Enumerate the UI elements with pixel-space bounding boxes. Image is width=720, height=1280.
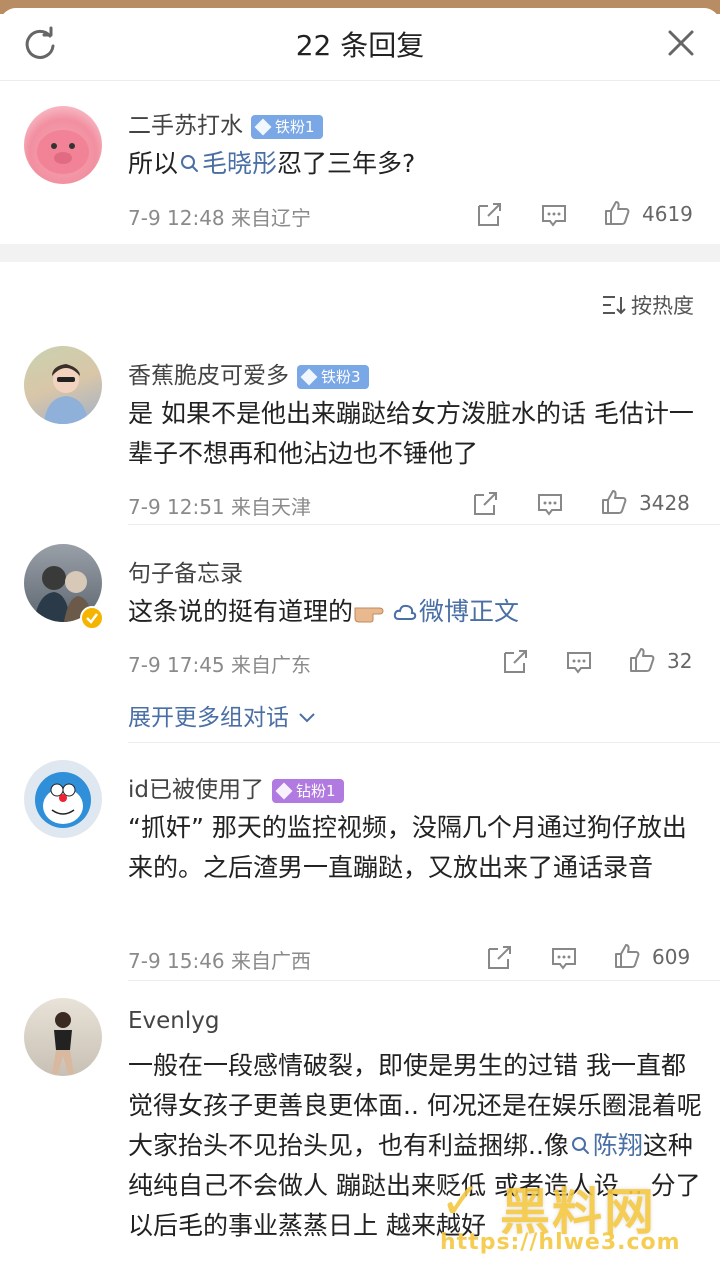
username[interactable]: 香蕉脆皮可爱多 铁粉3 [128, 356, 369, 390]
search-icon [571, 1137, 589, 1154]
comment-text: 所以 毛晓彤忍了三年多? [128, 149, 416, 178]
fan-badge: 铁粉3 [297, 364, 369, 389]
pointing-hand-icon [354, 607, 384, 623]
username[interactable]: id已被使用了 钻粉1 [128, 770, 344, 804]
chevron-down-icon [299, 713, 315, 723]
like-icon[interactable] [600, 488, 628, 516]
comment-meta: 7-9 12:48 来自辽宁 [128, 206, 312, 230]
divider [128, 524, 720, 525]
like-icon[interactable] [628, 646, 656, 674]
share-icon[interactable] [476, 200, 504, 228]
sheet-title: 22 条回复 [295, 29, 425, 62]
divider [128, 980, 720, 981]
sheet-header: 22 条回复 [0, 8, 720, 81]
avatar[interactable] [24, 760, 102, 838]
comment-text: “抓奸” 那天的监控视频，没隔几个月通过狗仔放出来的。之后渣男一直蹦跶，又放出来… [128, 813, 687, 882]
diamond-icon [300, 368, 318, 386]
comment-text: 是 如果不是他出来蹦跶给女方泼脏水的话 毛估计一辈子不想再和他沾边也不锤他了 [128, 399, 694, 468]
comment-icon[interactable] [536, 491, 564, 519]
sort-toggle[interactable]: 按热度 [601, 290, 694, 320]
close-icon[interactable] [664, 26, 698, 60]
comment-meta: 7-9 12:51 来自天津 [128, 495, 312, 519]
section-divider [0, 244, 720, 262]
share-icon[interactable] [472, 489, 500, 517]
diamond-icon [275, 782, 293, 800]
username[interactable]: 句子备忘录 [128, 554, 243, 588]
share-icon[interactable] [502, 647, 530, 675]
username[interactable]: Evenlyg [128, 1008, 219, 1034]
comment-meta: 7-9 15:46 来自广西 [128, 949, 312, 973]
cloud-link-icon [393, 604, 417, 620]
topic-link[interactable]: 毛晓彤 [178, 149, 277, 178]
like-icon[interactable] [603, 199, 631, 227]
comment-icon[interactable] [565, 649, 593, 677]
watermark: ✓ 黑料网 https://hlwe3.com [440, 1172, 681, 1255]
like-count: 3428 [639, 491, 690, 515]
sort-icon [603, 296, 626, 315]
comment-meta: 7-9 17:45 来自广东 [128, 653, 312, 677]
comment-icon[interactable] [550, 945, 578, 973]
avatar[interactable] [24, 106, 102, 184]
watermark-logo-icon: ✓ [440, 1172, 482, 1230]
share-icon[interactable] [486, 943, 514, 971]
fan-badge: 铁粉1 [251, 114, 323, 139]
verified-icon [80, 606, 104, 630]
username[interactable]: 二手苏打水 铁粉1 [128, 106, 323, 140]
fan-badge: 钻粉1 [272, 778, 344, 803]
comment-icon[interactable] [540, 202, 568, 230]
weibo-post-link[interactable]: 微博正文 [391, 597, 519, 626]
avatar[interactable] [24, 346, 102, 424]
topic-link[interactable]: 陈翔 [569, 1131, 643, 1160]
expand-conversation-button[interactable]: 展开更多组对话 [128, 698, 317, 732]
divider [128, 742, 720, 743]
diamond-icon [254, 118, 272, 136]
like-count: 609 [652, 945, 691, 969]
like-icon[interactable] [613, 942, 641, 970]
avatar[interactable] [24, 998, 102, 1076]
comment-text: 这条说的挺有道理的 微博正文 [128, 597, 520, 626]
like-count: 32 [667, 649, 693, 673]
replies-sheet: 22 条回复 二手苏打水 铁粉1 所以 毛晓彤忍了三年多? 7-9 12:48 来自… [0, 8, 720, 1280]
like-count: 4619 [642, 202, 693, 226]
search-icon [181, 155, 199, 172]
